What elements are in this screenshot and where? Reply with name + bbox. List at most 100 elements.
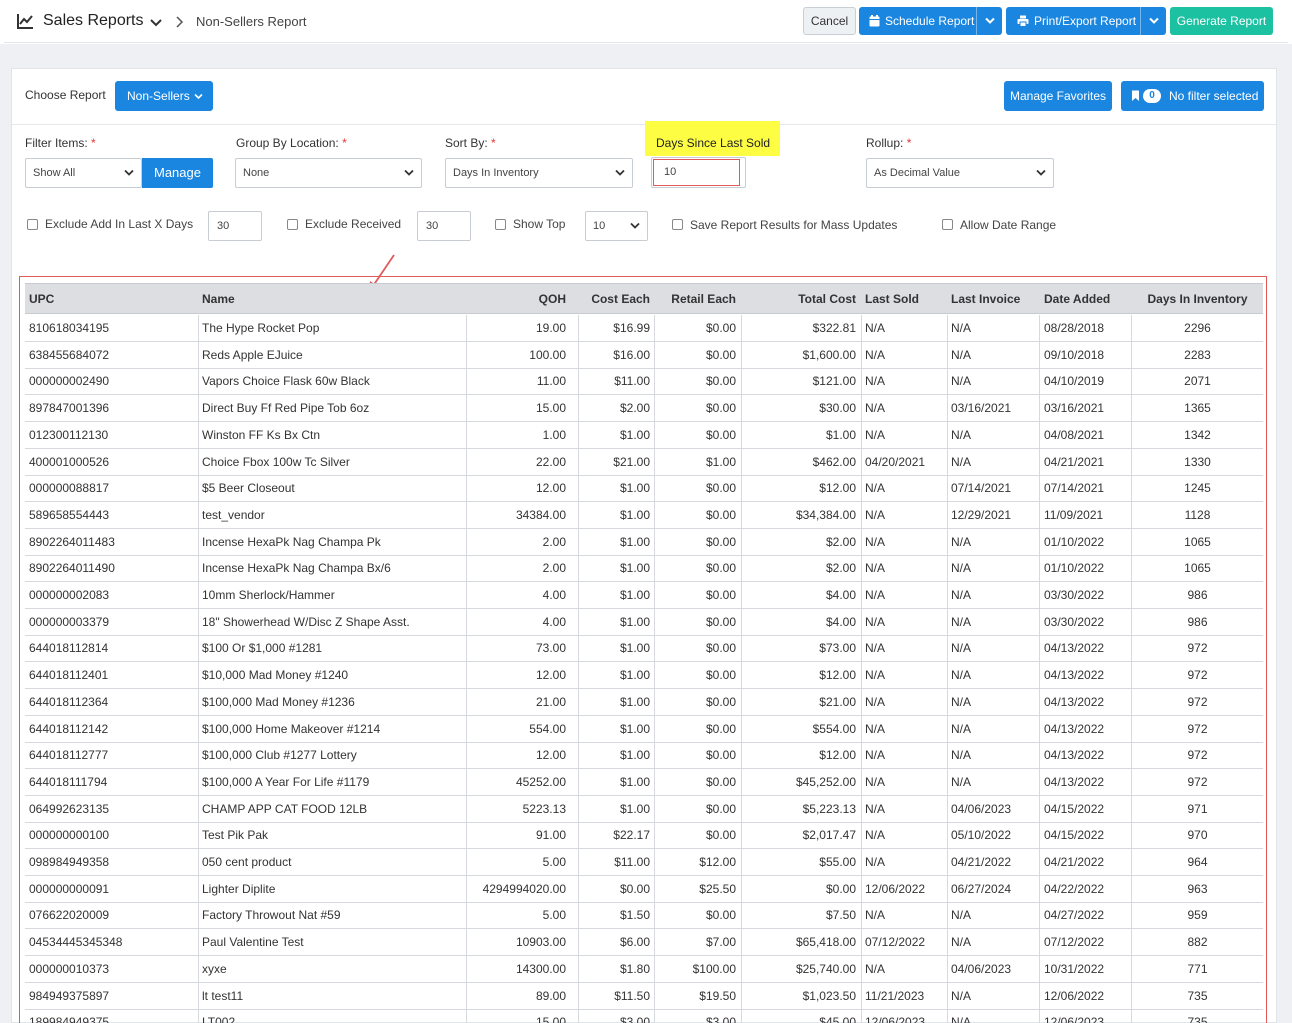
cell-total-cost: $34,384.00 <box>795 507 856 522</box>
cell-total-cost: $1.00 <box>825 427 856 442</box>
schedule-report-button[interactable]: Schedule Report <box>859 7 1002 35</box>
cell-date-added: 03/30/2022 <box>1044 588 1105 602</box>
cell-qoh: 73.00 <box>535 641 566 656</box>
cell-last-invoice: N/A <box>951 427 972 442</box>
table-row[interactable]: 000000002490 Vapors Choice Flask 60w Blac… <box>25 368 1263 396</box>
table-row[interactable]: 8902264011490 Incense HexaPk Nag Champa B… <box>25 555 1263 583</box>
chevron-down-icon <box>615 169 625 176</box>
table-row[interactable]: 098984949358 050 cent product 5.00 $11.00 $1… <box>25 849 1263 876</box>
exclude-received-days-input[interactable]: 30 <box>417 211 471 241</box>
column-header-date-added[interactable]: Date Added <box>1044 284 1132 315</box>
table-row[interactable]: 644018112777 $100,000 Club #1277 Lottery 1… <box>25 742 1263 770</box>
cell-last-invoice: N/A <box>951 748 972 763</box>
chevron-down-icon[interactable] <box>149 16 163 30</box>
table-row[interactable]: 638455684072 Reds Apple EJuice 100.00 $16.0… <box>25 342 1263 369</box>
table-row[interactable]: 644018112142 $100,000 Home Makeover #1214… <box>25 716 1263 743</box>
cell-upc: 810618034195 <box>29 321 110 335</box>
cell-qoh: 10903.00 <box>515 935 566 950</box>
table-row[interactable]: 000000002083 10mm Sherlock/Hammer 4.00 $1.0… <box>25 582 1263 609</box>
cell-days-in-inventory: 959 <box>1187 908 1208 923</box>
manage-favorites-button[interactable]: Manage Favorites <box>1004 81 1112 111</box>
cell-name: 10mm Sherlock/Hammer <box>202 588 335 602</box>
filter-status-button[interactable]: 0 No filter selected <box>1121 81 1264 111</box>
cell-total-cost: $45,252.00 <box>795 774 856 789</box>
show-top-checkbox[interactable] <box>495 219 506 230</box>
column-header-last-invoice[interactable]: Last Invoice <box>951 284 1039 315</box>
cell-last-sold: N/A <box>865 347 886 362</box>
cell-cost-each: $6.00 <box>619 935 650 950</box>
schedule-dropdown-toggle[interactable] <box>976 7 1002 35</box>
table-row[interactable]: 000000010373 xyxe 14300.00 $1.80 $100.00 $25,… <box>25 956 1263 983</box>
column-header-qoh[interactable]: QOH <box>466 284 566 315</box>
cell-name: Lighter Diplite <box>202 881 276 896</box>
column-header-last-sold[interactable]: Last Sold <box>865 284 945 315</box>
column-header-name[interactable]: Name <box>202 284 464 315</box>
table-row[interactable]: 644018112401 $10,000 Mad Money #1240 12.00… <box>25 662 1263 690</box>
cell-cost-each: $1.80 <box>619 961 650 976</box>
print-export-button[interactable]: Print/Export Report <box>1006 7 1166 35</box>
filter-items-select[interactable]: Show All <box>25 158 142 188</box>
manage-button[interactable]: Manage <box>142 158 213 188</box>
table-row[interactable]: 189984949375 LT002 15.00 $3.00 $3.00 $45.00 12… <box>25 1009 1263 1023</box>
table-row[interactable]: 000000000091 Lighter Diplite 4294994020.00… <box>25 876 1263 903</box>
cell-name: $100,000 A Year For Life #1179 <box>202 774 370 789</box>
cell-total-cost: $45.00 <box>819 1015 856 1023</box>
table-row[interactable]: 064992623135 CHAMP APP CAT FOOD 12LB 5223.… <box>25 796 1263 823</box>
group-by-select[interactable]: None <box>235 158 422 188</box>
cell-date-added: 03/16/2021 <box>1044 401 1105 416</box>
cell-date-added: 04/21/2021 <box>1044 454 1105 469</box>
exclude-add-checkbox[interactable] <box>27 219 38 230</box>
print-dropdown-toggle[interactable] <box>1140 7 1166 35</box>
group-by-value: None <box>243 167 270 179</box>
table-row[interactable]: 644018112364 $100,000 Mad Money #1236 21.0… <box>25 689 1263 716</box>
column-header-cost-each[interactable]: Cost Each <box>578 284 650 315</box>
cell-cost-each: $11.00 <box>614 374 650 389</box>
column-header-days-in-inventory[interactable]: Days In Inventory <box>1135 284 1260 315</box>
table-row[interactable]: 400001000526 Choice Fbox 100w Tc Silver 22… <box>25 449 1263 476</box>
rollup-select[interactable]: As Decimal Value <box>866 158 1054 188</box>
cancel-button[interactable]: Cancel <box>803 7 856 35</box>
save-results-checkbox[interactable] <box>672 219 683 230</box>
cell-total-cost: $55.00 <box>819 855 856 869</box>
cell-last-sold: N/A <box>865 908 886 923</box>
cell-date-added: 04/15/2022 <box>1044 828 1105 843</box>
cell-upc: 064992623135 <box>29 801 110 816</box>
table-row[interactable]: 8902264011483 Incense HexaPk Nag Champa P… <box>25 529 1263 556</box>
table-row[interactable]: 04534445345348 Paul Valentine Test 10903.0… <box>25 929 1263 957</box>
table-row[interactable]: 076622020009 Factory Throwout Nat #59 5.00… <box>25 902 1263 930</box>
cell-date-added: 03/30/2022 <box>1044 614 1105 629</box>
table-row[interactable]: 644018112814 $100 Or $1,000 #1281 73.00 $1.… <box>25 635 1263 663</box>
column-header-total-cost[interactable]: Total Cost <box>740 284 856 315</box>
choose-report-dropdown[interactable]: Non-Sellers <box>115 81 213 111</box>
table-row[interactable]: 000000003379 18" Showerhead W/Disc Z Shap… <box>25 609 1263 636</box>
table-row[interactable]: 000000088817 $5 Beer Closeout 12.00 $1.00 $0… <box>25 475 1263 503</box>
cell-total-cost: $2.00 <box>825 534 856 549</box>
cell-retail-each: $0.00 <box>705 908 736 923</box>
sort-by-select[interactable]: Days In Inventory <box>445 158 633 188</box>
generate-report-button[interactable]: Generate Report <box>1170 7 1273 35</box>
cell-date-added: 10/31/2022 <box>1044 961 1105 976</box>
table-row[interactable]: 984949375897 lt test11 89.00 $11.50 $19.50 $1… <box>25 983 1263 1010</box>
cell-date-added: 11/09/2021 <box>1044 507 1104 522</box>
table-row[interactable]: 810618034195 The Hype Rocket Pop 19.00 $16.… <box>25 315 1263 342</box>
table-row[interactable]: 897847001396 Direct Buy Ff Red Pipe Tob 6… <box>25 395 1263 423</box>
table-row[interactable]: 012300112130 Winston FF Ks Bx Ctn 1.00 $1.0… <box>25 422 1263 449</box>
cell-qoh: 12.00 <box>535 668 566 683</box>
exclude-received-checkbox[interactable] <box>287 219 298 230</box>
print-export-label: Print/Export Report <box>1034 14 1137 28</box>
show-top-select[interactable]: 10 <box>585 211 648 241</box>
cell-cost-each: $1.00 <box>619 668 650 683</box>
chevron-down-icon <box>630 222 640 229</box>
table-row[interactable]: 644018111794 $100,000 A Year For Life #11… <box>25 769 1263 796</box>
days-since-input[interactable]: 10 <box>653 159 740 186</box>
table-row[interactable]: 589658554443 test_vendor 34384.00 $1.00 $0.0… <box>25 502 1263 529</box>
cell-total-cost: $65,418.00 <box>795 935 856 950</box>
exclude-add-days-input[interactable]: 30 <box>208 211 262 241</box>
cell-last-invoice: N/A <box>951 614 972 629</box>
column-header-upc[interactable]: UPC <box>29 284 197 315</box>
cell-qoh: 2.00 <box>542 561 566 576</box>
allow-date-range-checkbox[interactable] <box>942 219 953 230</box>
panel-divider <box>12 124 1276 125</box>
table-row[interactable]: 000000000100 Test Pik Pak 91.00 $22.17 $0.00… <box>25 822 1263 850</box>
column-header-retail-each[interactable]: Retail Each <box>654 284 736 315</box>
